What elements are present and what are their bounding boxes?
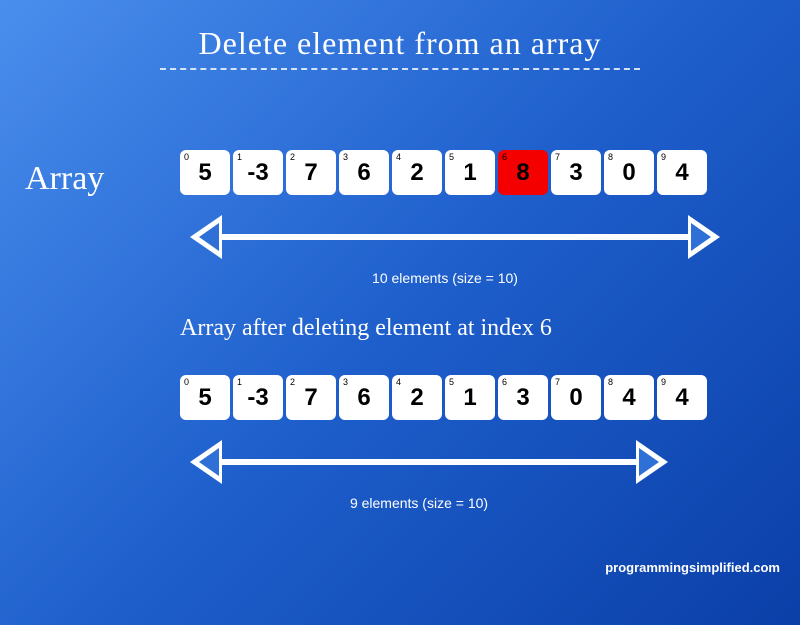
array-label: Array xyxy=(25,160,104,198)
array-cell: 63 xyxy=(498,375,548,420)
cell-value: 1 xyxy=(463,159,476,187)
cell-value: 4 xyxy=(675,384,688,412)
array-cell: 42 xyxy=(392,375,442,420)
cell-index: 3 xyxy=(343,152,348,162)
cell-value: 4 xyxy=(675,159,688,187)
array-cell: 27 xyxy=(286,150,336,195)
cell-index: 3 xyxy=(343,377,348,387)
array-cell: 68 xyxy=(498,150,548,195)
cell-index: 2 xyxy=(290,377,295,387)
cell-index: 8 xyxy=(608,152,613,162)
array-cell: 36 xyxy=(339,375,389,420)
arrow-line xyxy=(222,459,636,465)
array-after: 051-32736425163708494 xyxy=(180,375,707,420)
cell-value: 7 xyxy=(304,384,317,412)
cell-index: 4 xyxy=(396,152,401,162)
array-cell: 84 xyxy=(604,375,654,420)
size-arrow-after xyxy=(190,440,668,484)
cell-index: 7 xyxy=(555,152,560,162)
array-cell: 94 xyxy=(657,375,707,420)
cell-value: 5 xyxy=(198,159,211,187)
array-cell: 73 xyxy=(551,150,601,195)
array-cell: 42 xyxy=(392,150,442,195)
arrow-line xyxy=(222,234,688,240)
cell-value: -3 xyxy=(247,384,268,412)
page-title: Delete element from an array xyxy=(0,25,800,62)
array-cell: 94 xyxy=(657,150,707,195)
array-cell: 51 xyxy=(445,150,495,195)
cell-index: 1 xyxy=(237,377,242,387)
subtitle: Array after deleting element at index 6 xyxy=(180,315,552,342)
cell-value: 0 xyxy=(569,384,582,412)
cell-value: 3 xyxy=(569,159,582,187)
cell-index: 9 xyxy=(661,152,666,162)
cell-value: 5 xyxy=(198,384,211,412)
array-cell: 27 xyxy=(286,375,336,420)
caption-before: 10 elements (size = 10) xyxy=(180,270,710,286)
arrow-right-icon xyxy=(636,440,668,484)
cell-index: 5 xyxy=(449,377,454,387)
cell-value: 1 xyxy=(463,384,476,412)
cell-index: 2 xyxy=(290,152,295,162)
cell-value: 0 xyxy=(622,159,635,187)
cell-value: 8 xyxy=(516,159,529,187)
cell-value: 6 xyxy=(357,159,370,187)
array-cell: 51 xyxy=(445,375,495,420)
array-cell: 05 xyxy=(180,150,230,195)
credit: programmingsimplified.com xyxy=(605,560,780,575)
cell-index: 5 xyxy=(449,152,454,162)
array-cell: 05 xyxy=(180,375,230,420)
array-cell: 70 xyxy=(551,375,601,420)
array-cell: 1 -3 xyxy=(233,150,283,195)
cell-value: -3 xyxy=(247,159,268,187)
array-cell: 36 xyxy=(339,150,389,195)
title-underline xyxy=(160,68,640,70)
cell-index: 0 xyxy=(184,152,189,162)
cell-index: 0 xyxy=(184,377,189,387)
caption-after: 9 elements (size = 10) xyxy=(180,495,658,511)
arrow-right-icon xyxy=(688,215,720,259)
arrow-left-icon xyxy=(190,440,222,484)
arrow-left-icon xyxy=(190,215,222,259)
array-cell: 80 xyxy=(604,150,654,195)
cell-value: 6 xyxy=(357,384,370,412)
cell-value: 2 xyxy=(410,159,423,187)
cell-value: 4 xyxy=(622,384,635,412)
cell-index: 6 xyxy=(502,152,507,162)
cell-value: 3 xyxy=(516,384,529,412)
cell-index: 4 xyxy=(396,377,401,387)
cell-index: 9 xyxy=(661,377,666,387)
size-arrow-before xyxy=(190,215,720,259)
cell-index: 8 xyxy=(608,377,613,387)
cell-index: 1 xyxy=(237,152,242,162)
cell-value: 2 xyxy=(410,384,423,412)
array-cell: 1 -3 xyxy=(233,375,283,420)
cell-value: 7 xyxy=(304,159,317,187)
cell-index: 7 xyxy=(555,377,560,387)
array-before: 051-32736425168738094 xyxy=(180,150,707,195)
cell-index: 6 xyxy=(502,377,507,387)
